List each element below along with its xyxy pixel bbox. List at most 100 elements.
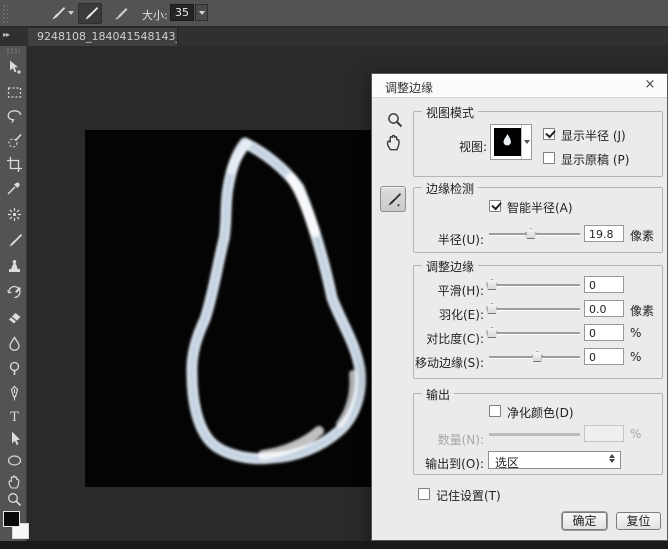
smooth-slider-thumb[interactable] [486, 279, 497, 290]
contrast-slider[interactable] [489, 327, 580, 338]
smooth-slider-track[interactable] [489, 284, 580, 286]
contrast-label: 对比度(C): [418, 330, 484, 347]
radius-slider-thumb[interactable] [525, 228, 536, 239]
move-tool[interactable] [5, 58, 23, 76]
smooth-value[interactable]: 0 [584, 276, 624, 293]
tab-bar: ▸▸ 9248108_184041548143_2.jpg [0, 28, 668, 46]
document-tab[interactable]: 9248108_184041548143_2.jpg [28, 28, 178, 46]
decontaminate-colors-checkbox[interactable] [489, 405, 501, 417]
size-dropdown-button[interactable] [195, 4, 208, 21]
size-label: 大小: [142, 7, 168, 23]
document-tab-title: 9248108_184041548143_2.jpg [37, 30, 178, 43]
clone-stamp-tool[interactable] [5, 256, 23, 274]
crop-tool[interactable] [5, 155, 23, 173]
rectangular-marquee-tool[interactable] [5, 83, 23, 101]
ok-button[interactable]: 确定 [562, 512, 607, 530]
view-label: 视图: [454, 138, 487, 155]
radius-value[interactable]: 19.8 [584, 225, 624, 242]
show-radius-checkbox[interactable] [543, 128, 555, 140]
brush-icon [6, 232, 23, 249]
contrast-value[interactable]: 0 [584, 324, 624, 341]
dodge-tool[interactable] [5, 359, 23, 377]
preset-caret-icon[interactable] [68, 11, 74, 15]
ellipse-shape-tool[interactable] [5, 451, 23, 469]
feather-slider-thumb[interactable] [486, 303, 497, 314]
show-original-checkbox[interactable] [543, 152, 555, 164]
shift-edge-slider[interactable] [489, 351, 580, 362]
dialog-title: 调整边缘 [385, 79, 433, 96]
shift-edge-label: 移动边缘(S): [406, 354, 484, 371]
shift-edge-value[interactable]: 0 [584, 348, 624, 365]
options-bar-grip[interactable] [2, 4, 8, 23]
radius-unit: 像素 [630, 227, 654, 244]
amount-unit: % [630, 427, 641, 441]
options-bar: 大小: [0, 0, 668, 27]
pen-icon [6, 385, 23, 402]
dialog-zoom-tool[interactable] [386, 111, 404, 129]
reset-button[interactable]: 复位 [616, 512, 661, 530]
radius-label: 半径(U): [418, 231, 484, 248]
smooth-slider[interactable] [489, 279, 580, 290]
collapse-panel-icon[interactable]: ▸▸ [3, 30, 9, 39]
show-original-label: 显示原稿 (P) [561, 151, 629, 168]
spot-healing-brush-tool[interactable] [5, 205, 23, 223]
shift-edge-unit: % [630, 350, 641, 364]
eyedropper-tool[interactable] [5, 178, 23, 196]
blur-tool[interactable] [5, 334, 23, 352]
contrast-slider-thumb[interactable] [486, 327, 497, 338]
shift-edge-slider-thumb[interactable] [532, 351, 543, 362]
dropdown-caret-icon [199, 11, 205, 15]
marquee-icon [6, 84, 23, 101]
output-to-label: 输出到(O): [406, 455, 484, 472]
contrast-slider-track[interactable] [489, 332, 580, 334]
edge-detection-legend: 边缘检测 [422, 180, 478, 197]
output-group: 输出 净化颜色(D) 数量(N): % 输出到(O): 选区 [413, 393, 663, 475]
tool-preset-button[interactable] [45, 3, 69, 24]
erase-brush-icon [112, 5, 129, 22]
brush-tool[interactable] [5, 231, 23, 249]
dialog-refine-brush-icon [385, 191, 402, 208]
feather-unit: 像素 [630, 302, 654, 319]
dialog-refine-brush-button[interactable] [380, 186, 406, 212]
output-to-value: 选区 [495, 454, 519, 471]
pen-tool[interactable] [5, 384, 23, 402]
dodge-icon [6, 360, 23, 377]
radius-slider[interactable] [489, 228, 580, 239]
size-input[interactable] [170, 4, 194, 21]
view-thumbnail-dropdown[interactable] [490, 124, 532, 160]
output-to-dropdown[interactable]: 选区 [488, 451, 621, 469]
dropdown-arrows-icon [609, 454, 615, 463]
smart-radius-checkbox[interactable] [489, 200, 501, 212]
dialog-titlebar[interactable]: 调整边缘 × [372, 74, 667, 98]
svg-text:T: T [10, 410, 19, 425]
dialog-close-button[interactable]: × [642, 77, 658, 93]
path-selection-tool[interactable] [5, 429, 23, 447]
type-tool[interactable]: T [5, 407, 23, 425]
lasso-icon [6, 108, 23, 125]
hand-icon [6, 473, 23, 490]
zoom-tool[interactable] [5, 490, 23, 508]
feather-slider-track[interactable] [489, 308, 580, 310]
canvas[interactable] [85, 130, 371, 487]
remember-settings-checkbox[interactable] [418, 488, 430, 500]
dialog-hand-tool[interactable] [384, 132, 404, 152]
decontaminate-colors-label: 净化颜色(D) [507, 404, 574, 421]
quick-selection-tool[interactable] [5, 131, 23, 149]
toolbox-grip[interactable] [6, 48, 20, 54]
feather-slider[interactable] [489, 303, 580, 314]
eraser-icon [6, 309, 23, 326]
lasso-tool[interactable] [5, 107, 23, 125]
spot-healing-icon [6, 206, 23, 223]
toolbox: T [0, 46, 27, 541]
hand-tool[interactable] [5, 472, 23, 490]
erase-refinements-brush-button[interactable] [108, 3, 132, 24]
history-brush-tool[interactable] [5, 282, 23, 300]
feather-value[interactable]: 0.0 [584, 300, 624, 317]
refine-radius-brush-button[interactable] [78, 3, 102, 24]
foreground-color-swatch[interactable] [3, 511, 20, 527]
show-radius-label: 显示半径 (J) [561, 127, 626, 144]
history-brush-icon [6, 283, 23, 300]
zoom-icon [6, 491, 23, 508]
adjust-edge-legend: 调整边缘 [422, 258, 478, 275]
eraser-tool[interactable] [5, 308, 23, 326]
